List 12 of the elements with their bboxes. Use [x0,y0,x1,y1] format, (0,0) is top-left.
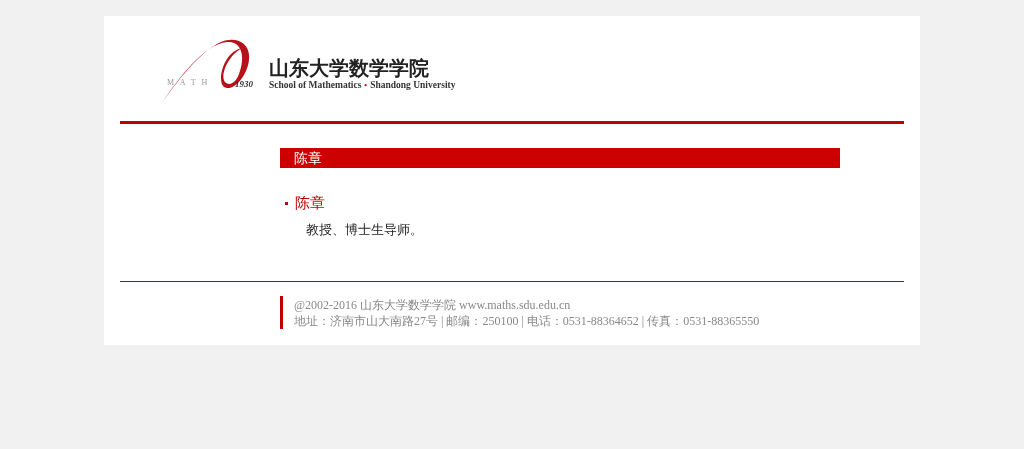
person-name: 陈章 [295,194,325,212]
footer-text: 地址：济南市山大南路27号 | 邮编：250100 | 电话：0531-88364652 | 传真：0531-88365550 [294,313,761,329]
bullet-icon [285,201,288,205]
school-name-english: School of Mathematics [269,80,362,91]
separator-dot: • [364,80,368,91]
footer-text: @2002-2016 山东大学数学学院 www.maths.sdu.edu.cn [294,297,572,313]
logo-year: 1930 [235,79,253,89]
person-description: 教授、博士生导师。 [305,222,424,238]
university-name-english: Shandong University [370,80,456,91]
school-name: 山东大学数学学院 [269,56,430,80]
logo-letters: M A T H [167,78,210,87]
section-title-bar: 陈章 [280,148,840,168]
